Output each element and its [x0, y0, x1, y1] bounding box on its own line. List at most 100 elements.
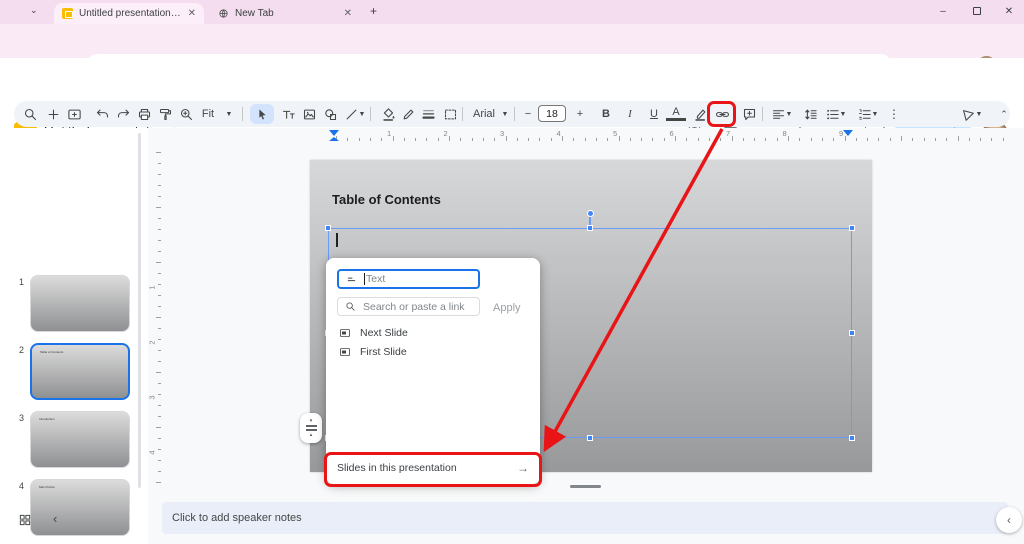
font-size-input[interactable]: 18	[538, 105, 566, 122]
spacing-widget[interactable]: ▼▲	[300, 413, 322, 443]
bulleted-list-caret-icon[interactable]: ▼	[838, 104, 848, 124]
slide-title-text[interactable]: Table of Contents	[332, 192, 441, 207]
slide-thumbnail-4[interactable]: Main Points	[30, 479, 130, 536]
ruler-tick	[539, 138, 540, 141]
ruler-tick	[404, 138, 405, 141]
zoom-icon[interactable]	[176, 104, 196, 124]
link-search-input[interactable]: Search or paste a link	[337, 297, 480, 316]
pointer-caret-icon[interactable]: ▼	[974, 104, 984, 124]
rotation-handle[interactable]	[587, 210, 594, 217]
window-minimize-button[interactable]: –	[928, 0, 958, 22]
paint-format-icon[interactable]	[155, 104, 175, 124]
ruler-tick	[158, 328, 161, 329]
indent-marker[interactable]	[843, 130, 853, 136]
ruler-tick	[156, 207, 161, 208]
grid-view-icon[interactable]	[18, 513, 32, 527]
resize-handle-se[interactable]	[849, 435, 855, 441]
ruler-tick	[438, 138, 439, 141]
toolbar-search-icon[interactable]	[20, 104, 40, 124]
browser-tab-strip: ⌄ Untitled presentation - Google ✕ New T…	[0, 0, 1024, 24]
ruler-tick	[754, 138, 755, 141]
tab-title: New Tab	[235, 8, 338, 19]
slide-thumbnail-3[interactable]: Introduction	[30, 411, 130, 468]
window-close-button[interactable]: ✕	[994, 0, 1024, 22]
tab-search-chevron-icon[interactable]: ⌄	[30, 5, 38, 16]
ruler-tick	[811, 138, 812, 141]
notes-resize-handle[interactable]	[570, 485, 601, 488]
print-icon[interactable]	[134, 104, 154, 124]
link-text-input[interactable]: Text	[337, 269, 480, 289]
border-dash-icon[interactable]	[440, 104, 460, 124]
insert-image-icon[interactable]	[299, 104, 319, 124]
ruler-tick	[472, 138, 473, 141]
text-color-button[interactable]: A	[666, 105, 686, 121]
align-caret-icon[interactable]: ▼	[784, 104, 794, 124]
tab-close-icon[interactable]: ✕	[188, 8, 196, 19]
speaker-notes-area[interactable]: Click to add speaker notes	[162, 502, 1008, 534]
ruler-tick	[517, 138, 518, 141]
bold-button[interactable]: B	[596, 104, 616, 124]
tab-close-icon[interactable]: ✕	[344, 8, 352, 19]
undo-icon[interactable]	[92, 104, 112, 124]
annotation-box-slides-option	[324, 452, 542, 487]
add-comment-icon[interactable]	[739, 104, 759, 124]
text-box-icon[interactable]	[278, 104, 298, 124]
ruler-tick	[652, 138, 653, 141]
font-caret-icon[interactable]: ▼	[500, 104, 510, 124]
border-weight-icon[interactable]	[418, 104, 438, 124]
ruler-tick	[845, 136, 846, 141]
new-slide-icon[interactable]	[64, 104, 84, 124]
browser-tab-newtab[interactable]: New Tab ✕	[210, 3, 360, 24]
line-spacing-icon[interactable]	[800, 104, 820, 124]
resize-handle-nw[interactable]	[325, 225, 331, 231]
font-size-increase-icon[interactable]: +	[570, 104, 590, 124]
collapse-filmstrip-icon[interactable]: ‹	[53, 511, 57, 526]
select-tool-icon[interactable]	[252, 104, 272, 124]
toolbar-add-icon[interactable]	[43, 104, 63, 124]
more-options-icon[interactable]: ⋮	[884, 104, 904, 124]
fill-color-icon[interactable]	[378, 104, 398, 124]
ruler-tick	[698, 138, 699, 141]
ruler-tick	[958, 136, 959, 141]
border-color-icon[interactable]	[398, 104, 418, 124]
insert-shape-icon[interactable]	[320, 104, 340, 124]
indent-marker[interactable]	[329, 137, 339, 141]
zoom-caret-icon[interactable]: ▼	[224, 104, 234, 124]
new-tab-button[interactable]: +	[370, 4, 377, 18]
link-suggestion-first-slide[interactable]: First Slide	[339, 346, 407, 358]
tab-title: Untitled presentation - Google	[79, 8, 182, 19]
ruler-tick	[765, 138, 766, 141]
zoom-select[interactable]: Fit	[196, 104, 220, 124]
link-suggestion-next-slide[interactable]: Next Slide	[339, 327, 408, 339]
filmstrip-scrollbar[interactable]	[138, 133, 141, 488]
resize-handle-ne[interactable]	[849, 225, 855, 231]
slide-thumbnail-2[interactable]: Table of Contents	[30, 343, 130, 400]
ruler-tick	[381, 138, 382, 141]
toolbar-divider	[370, 107, 371, 121]
resize-handle-s[interactable]	[587, 435, 593, 441]
search-placeholder: Search or paste a link	[363, 301, 465, 313]
slide-thumbnail-1[interactable]	[30, 275, 130, 332]
font-size-decrease-icon[interactable]: −	[518, 104, 538, 124]
font-family-select[interactable]: Arial	[468, 104, 500, 124]
v-ruler-number: 4	[148, 450, 157, 454]
ruler-tick	[867, 138, 868, 141]
numbered-list-caret-icon[interactable]: ▼	[870, 104, 880, 124]
ruler-tick	[158, 251, 161, 252]
ruler-tick	[664, 138, 665, 141]
ruler-tick	[158, 339, 161, 340]
line-caret-icon[interactable]: ▼	[357, 104, 367, 124]
window-maximize-button[interactable]	[962, 0, 992, 22]
resize-handle-e[interactable]	[849, 330, 855, 336]
browser-tab-active[interactable]: Untitled presentation - Google ✕	[54, 3, 204, 24]
collapse-menus-icon[interactable]: ⌃	[994, 104, 1014, 124]
resize-handle-n[interactable]	[587, 225, 593, 231]
indent-marker[interactable]	[329, 130, 339, 136]
underline-button[interactable]: U	[644, 104, 664, 124]
show-side-panel-button[interactable]: ‹	[996, 507, 1022, 533]
redo-icon[interactable]	[113, 104, 133, 124]
ruler-tick	[833, 138, 834, 141]
italic-button[interactable]: I	[620, 104, 640, 124]
apply-button[interactable]: Apply	[493, 302, 521, 314]
ruler-tick	[528, 138, 529, 141]
